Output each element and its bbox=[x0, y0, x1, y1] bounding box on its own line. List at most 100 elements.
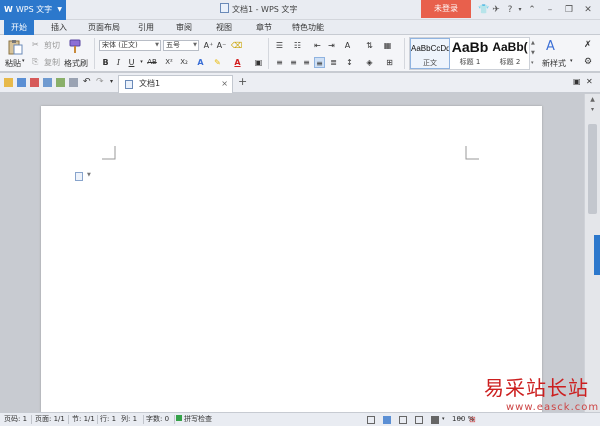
scrollbar-thumb[interactable] bbox=[588, 124, 597, 214]
print-icon[interactable] bbox=[43, 78, 52, 87]
copy-button[interactable]: 复制 bbox=[44, 57, 60, 68]
tab-review[interactable]: 审阅 bbox=[170, 20, 198, 35]
share-icon[interactable]: ✈ bbox=[490, 0, 502, 20]
tab-references[interactable]: 引用 bbox=[132, 20, 160, 35]
bold-button[interactable]: B bbox=[100, 57, 111, 68]
view-dropdown-icon[interactable]: ▾ bbox=[442, 413, 445, 426]
collapse-ribbon-icon[interactable]: ⌃ bbox=[526, 0, 538, 20]
web-view-icon[interactable] bbox=[415, 416, 423, 424]
char-border-icon[interactable]: ▣ bbox=[253, 57, 264, 68]
text-effect-icon[interactable]: A bbox=[195, 57, 206, 68]
reading-view-icon[interactable] bbox=[431, 416, 439, 424]
paste-options-icon[interactable] bbox=[75, 172, 83, 181]
clear-format-icon[interactable]: ⌫ bbox=[231, 40, 242, 51]
close-document-icon[interactable]: ✕ bbox=[586, 77, 593, 86]
customize-toolbar-icon[interactable]: ▾ bbox=[110, 78, 113, 85]
tab-home[interactable]: 开始 bbox=[4, 20, 34, 35]
redo-icon[interactable]: ↷ bbox=[96, 77, 104, 87]
subscript-button[interactable]: X₂ bbox=[178, 57, 190, 68]
side-panel-tab[interactable] bbox=[594, 235, 600, 275]
status-word-count[interactable]: 字数: 0 bbox=[146, 413, 169, 426]
format-painter-icon[interactable] bbox=[67, 38, 83, 54]
export-pdf-icon[interactable] bbox=[30, 78, 39, 87]
numbered-list-icon[interactable]: ☷ bbox=[292, 40, 303, 51]
new-style-icon[interactable]: A bbox=[546, 39, 555, 54]
style-heading-2[interactable]: AaBb( 标题 2 bbox=[490, 38, 530, 69]
format-painter-button[interactable]: 格式刷 bbox=[64, 58, 88, 69]
align-left-icon[interactable]: ≡ bbox=[274, 57, 285, 68]
spell-check-toggle[interactable]: 拼写检查 bbox=[176, 413, 212, 426]
find-replace-icon[interactable]: ⚙ bbox=[584, 57, 592, 67]
decrease-indent-icon[interactable]: ⇤ bbox=[312, 40, 323, 51]
increase-indent-icon[interactable]: ⇥ bbox=[326, 40, 337, 51]
new-style-dropdown-icon[interactable]: ▾ bbox=[570, 58, 573, 64]
undo-icon[interactable]: ↶ bbox=[83, 77, 91, 87]
italic-button[interactable]: I bbox=[113, 57, 124, 68]
paste-button-label[interactable]: 粘贴 bbox=[5, 58, 21, 69]
new-tab-button[interactable]: + bbox=[238, 75, 247, 88]
font-color-icon[interactable]: A bbox=[232, 57, 243, 68]
justify-icon[interactable]: ≡ bbox=[314, 57, 325, 68]
preview-icon[interactable] bbox=[69, 78, 78, 87]
document-page[interactable]: ▼ bbox=[41, 106, 542, 412]
close-tab-icon[interactable]: × bbox=[221, 76, 228, 92]
style-normal[interactable]: AaBbCcDd 正文 bbox=[410, 38, 450, 69]
align-right-icon[interactable]: ≡ bbox=[301, 57, 312, 68]
new-style-button[interactable]: 新样式 bbox=[542, 58, 566, 69]
borders-icon[interactable]: ⊞ bbox=[384, 57, 395, 68]
shading-icon[interactable]: ◈ bbox=[364, 57, 375, 68]
help-dropdown-icon[interactable]: ▾ bbox=[514, 0, 526, 20]
login-button[interactable]: 未登录 bbox=[421, 0, 471, 18]
save-icon[interactable] bbox=[17, 78, 26, 87]
strikethrough-button[interactable]: AB bbox=[145, 57, 159, 68]
print-preview-icon[interactable] bbox=[56, 78, 65, 87]
skin-icon[interactable]: 👕 bbox=[478, 0, 490, 20]
zoom-percentage[interactable]: 100 % bbox=[452, 413, 474, 426]
close-icon[interactable]: ✕ bbox=[582, 0, 594, 20]
paste-dropdown-icon[interactable]: ▾ bbox=[22, 58, 25, 64]
tab-section[interactable]: 章节 bbox=[250, 20, 278, 35]
grow-font-icon[interactable]: A⁺ bbox=[203, 40, 214, 51]
status-separator bbox=[143, 415, 144, 424]
outline-view-icon[interactable] bbox=[399, 416, 407, 424]
scroll-up-icon[interactable]: ▲ bbox=[588, 96, 597, 104]
superscript-button[interactable]: X² bbox=[163, 57, 175, 68]
tab-insert[interactable]: 插入 bbox=[44, 20, 74, 35]
restore-icon[interactable]: ❐ bbox=[563, 0, 575, 20]
sort-icon[interactable]: ⇅ bbox=[364, 40, 375, 51]
bullet-list-icon[interactable]: ☰ bbox=[274, 40, 285, 51]
style-preview: AaBb bbox=[451, 39, 489, 55]
tab-features[interactable]: 特色功能 bbox=[288, 20, 328, 35]
align-center-icon[interactable]: ≡ bbox=[288, 57, 299, 68]
page-view-icon[interactable] bbox=[383, 416, 391, 424]
font-size-value: 五号 bbox=[166, 41, 180, 49]
tab-view[interactable]: 视图 bbox=[210, 20, 238, 35]
styles-scroll-icon[interactable]: ▲ ▼ ▾ bbox=[531, 38, 535, 68]
highlight-icon[interactable]: ✎ bbox=[212, 57, 223, 68]
copy-icon[interactable]: ⎘ bbox=[32, 57, 38, 67]
open-icon[interactable] bbox=[4, 78, 13, 87]
scissors-icon[interactable]: ✂ bbox=[32, 40, 39, 49]
style-heading-1[interactable]: AaBb 标题 1 bbox=[450, 38, 490, 69]
shrink-font-icon[interactable]: A⁻ bbox=[216, 40, 227, 51]
ribbon-separator bbox=[94, 38, 95, 69]
window-list-icon[interactable]: ▣ bbox=[573, 77, 581, 86]
focus-mode-icon[interactable] bbox=[367, 416, 375, 424]
ruler-toggle-icon[interactable]: ▾ bbox=[588, 106, 597, 114]
minimize-icon[interactable]: – bbox=[544, 0, 556, 20]
tab-page-layout[interactable]: 页面布局 bbox=[84, 20, 124, 35]
tab-document[interactable]: 文档1 × bbox=[118, 75, 233, 93]
font-family-select[interactable]: 宋体 (正文) ▼ bbox=[99, 40, 161, 51]
style-label: 正文 bbox=[423, 59, 437, 67]
cut-button[interactable]: 剪切 bbox=[44, 40, 60, 51]
font-size-select[interactable]: 五号 ▼ bbox=[163, 40, 199, 51]
distribute-icon[interactable]: ≣ bbox=[328, 57, 339, 68]
line-spacing-icon[interactable]: ↕ bbox=[344, 57, 355, 68]
chinese-layout-icon[interactable]: A bbox=[342, 40, 353, 51]
paste-icon[interactable] bbox=[7, 39, 23, 55]
chevron-down-icon[interactable]: ▼ bbox=[87, 172, 91, 178]
app-menu-button[interactable]: W WPS 文字 ▼ bbox=[0, 0, 66, 20]
text-tools-icon[interactable]: ✗ bbox=[584, 40, 592, 50]
show-marks-icon[interactable]: ▦ bbox=[382, 40, 393, 51]
status-separator bbox=[68, 415, 69, 424]
